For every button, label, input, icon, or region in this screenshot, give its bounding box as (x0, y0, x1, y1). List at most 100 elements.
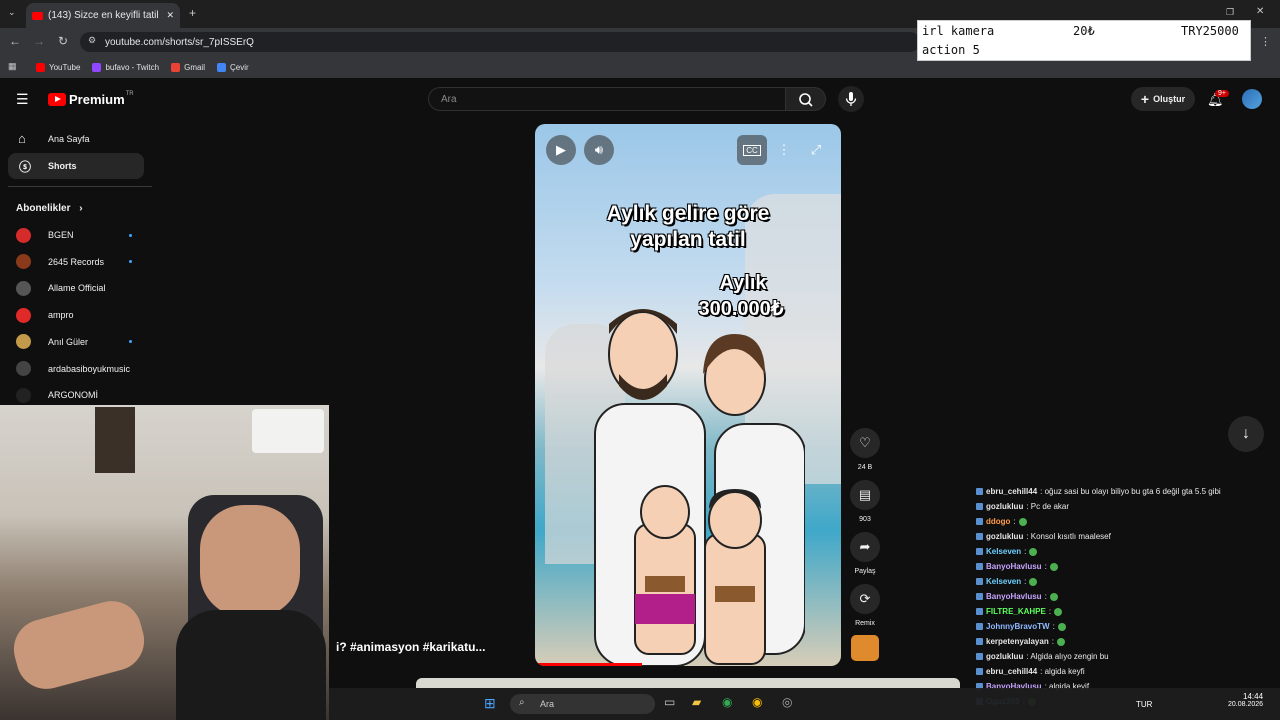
task-view-icon[interactable]: ▭ (664, 695, 675, 709)
action-label: Remix (855, 620, 875, 627)
cartoon-family-illustration (594, 309, 805, 666)
sidebar-item-home[interactable]: ⌂ Ana Sayfa (8, 126, 144, 152)
chrome-active-icon[interactable]: ◉ (752, 695, 762, 709)
chat-username[interactable]: kerpetenyalayan (986, 637, 1049, 646)
overlay-price: 20₺ (1073, 24, 1095, 38)
new-content-dot (129, 340, 132, 344)
fullscreen-button[interactable]: ⤢ (801, 135, 831, 165)
chat-username[interactable]: gozlukluu (986, 532, 1023, 541)
hamburger-menu-icon[interactable]: ☰ (16, 91, 29, 108)
more-options-button[interactable]: ⋮ (769, 135, 799, 165)
bookmark-gmail[interactable]: Gmail (171, 62, 205, 72)
restore-window-icon[interactable]: ❐ (1226, 7, 1234, 18)
search-placeholder: Ara (441, 93, 457, 105)
captions-button[interactable]: CC (737, 135, 767, 165)
share-button[interactable]: ➦ Paylaş (849, 532, 881, 575)
bookmark-youtube[interactable]: YouTube (36, 62, 80, 72)
search-button[interactable] (786, 87, 826, 111)
subscription-item[interactable]: ampro (16, 305, 136, 325)
chat-message: Kelseven: (976, 574, 1276, 589)
browser-tab[interactable]: (143) Sizce en keyifli tatil hangisi? ✕ (26, 3, 180, 28)
subscription-item[interactable]: Anıl Güler (16, 332, 136, 352)
video-caption[interactable]: i? #animasyon #karikatu... (336, 640, 485, 654)
remix-button[interactable]: ⟳ Remix (849, 584, 881, 627)
subscription-name: ampro (48, 310, 74, 321)
chat-username[interactable]: FILTRE_KAHPE (986, 607, 1046, 616)
next-short-preview[interactable] (416, 678, 960, 688)
subscriptions-heading[interactable]: Abonelikler › (16, 203, 83, 214)
captions-icon: CC (743, 144, 761, 156)
subscription-item[interactable]: 2645 Records (16, 252, 136, 272)
app-icon[interactable]: ◎ (782, 695, 792, 709)
chat-text: : Algida alıyo zengin bu (1026, 652, 1109, 661)
subscription-item[interactable]: ardabasiboyukmusic (16, 359, 136, 379)
chat-username[interactable]: BanyoHavlusu (986, 592, 1042, 601)
apps-grid-icon[interactable]: ▦ (8, 61, 17, 72)
chat-username[interactable]: gozlukluu (986, 652, 1023, 661)
chat-username[interactable]: BanyoHavlusu (986, 562, 1042, 571)
sidebar-item-shorts[interactable]: ⓢ Shorts (8, 153, 144, 179)
reload-icon[interactable]: ↻ (58, 34, 68, 48)
chat-badge-icon (976, 488, 983, 495)
play-icon: ▶ (556, 142, 566, 157)
input-language[interactable]: TUR (1136, 700, 1152, 709)
chrome-icon[interactable]: ◉ (722, 695, 732, 709)
chat-username[interactable]: ebru_cehill44 (986, 487, 1037, 496)
account-avatar[interactable] (1242, 89, 1262, 109)
new-tab-icon[interactable]: + (189, 6, 196, 20)
subscription-item[interactable]: ARGONOMİ (16, 385, 136, 405)
chat-username[interactable]: ebru_cehill44 (986, 667, 1037, 676)
streamer-hand (7, 594, 151, 696)
channel-avatar[interactable] (851, 635, 879, 661)
windows-start-icon[interactable]: ⊞ (484, 695, 496, 712)
system-clock[interactable]: 14:44 20.08.2026 (1160, 692, 1263, 708)
chat-badge-icon (976, 578, 983, 585)
chevron-right-icon: › (79, 203, 83, 214)
air-conditioner (252, 409, 324, 453)
chat-text: : (1048, 607, 1052, 616)
streamer-head (200, 505, 300, 617)
url-input[interactable]: youtube.com/shorts/sr_7pISSErQ (80, 32, 920, 52)
tab-close-icon[interactable]: ✕ (166, 10, 174, 21)
site-info-icon[interactable]: ⚙ (88, 35, 96, 46)
browser-menu-icon[interactable]: ⋮ (1260, 35, 1271, 48)
next-short-button[interactable]: ↓ (1228, 416, 1264, 452)
subscription-item[interactable]: Allame Official (16, 278, 136, 298)
arrow-down-icon: ↓ (1242, 425, 1250, 442)
subscription-item[interactable]: BGEN (16, 225, 136, 245)
new-content-dot (129, 260, 132, 264)
chat-message: ddogo: (976, 514, 1276, 529)
forward-icon[interactable]: → (33, 34, 45, 48)
chat-username[interactable]: ddogo (986, 517, 1010, 526)
chat-username[interactable]: Kelseven (986, 547, 1021, 556)
create-button[interactable]: + Oluştur (1131, 87, 1195, 111)
bookmark-twitch[interactable]: bufavo - Twitch (92, 62, 159, 72)
video-progress-bar[interactable] (535, 663, 643, 666)
overlay-label: irl kamera (922, 24, 995, 38)
short-video-player[interactable]: ▶ 🔊︎ CC ⋮ ⤢ Aylık gelire göre yapılan ta… (535, 124, 841, 666)
chat-username[interactable]: gozlukluu (986, 502, 1023, 511)
search-input[interactable]: Ara (428, 87, 786, 111)
create-label: Oluştur (1153, 94, 1186, 104)
emote-icon (1029, 577, 1038, 586)
back-icon[interactable]: ← (9, 34, 21, 48)
tab-list-icon[interactable]: ⌄ (8, 7, 16, 18)
close-window-icon[interactable]: ✕ (1256, 6, 1264, 17)
file-explorer-icon[interactable]: ▰ (692, 695, 701, 709)
emote-icon (1049, 562, 1058, 571)
chat-username[interactable]: Kelseven (986, 577, 1021, 586)
voice-search-button[interactable] (838, 86, 864, 112)
play-button[interactable]: ▶ (546, 135, 576, 165)
chat-text: : (1013, 517, 1016, 526)
video-overlay-title-line2: yapılan tatil (630, 228, 746, 251)
chat-badge-icon (976, 608, 983, 615)
youtube-premium-logo[interactable]: Premium TR (48, 91, 134, 107)
bookmark-translate[interactable]: Çevir (216, 62, 249, 72)
chat-text: : (1051, 637, 1054, 646)
comment-button[interactable]: ▤ 903 (849, 480, 881, 523)
heart-button[interactable]: ♡ 24 B (849, 428, 881, 471)
taskbar-search[interactable]: ⌕ Ara (510, 694, 655, 714)
volume-button[interactable]: 🔊︎ (584, 135, 614, 165)
chat-text: : (1024, 577, 1027, 586)
chat-username[interactable]: JohnnyBravoTW (986, 622, 1050, 631)
